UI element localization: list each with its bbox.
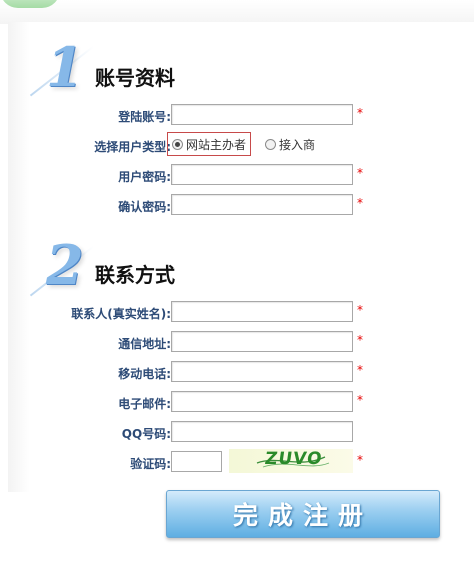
required-mark: * <box>357 333 363 347</box>
radio-checked-icon[interactable] <box>172 138 183 150</box>
login-input[interactable] <box>171 104 353 125</box>
contact-name-row: 联系人(真实姓名): * <box>0 301 474 325</box>
qq-label: QQ号码: <box>121 427 171 441</box>
logo-corner-decoration <box>0 0 60 8</box>
qq-row: QQ号码: <box>0 421 474 445</box>
radio-option-access-provider[interactable]: 接入商 <box>265 136 315 153</box>
required-mark: * <box>357 106 363 120</box>
captcha-input[interactable] <box>171 451 222 472</box>
mobile-input[interactable] <box>171 361 353 382</box>
top-strip <box>0 0 474 24</box>
required-mark: * <box>357 393 363 407</box>
login-label: 登陆账号: <box>118 110 171 124</box>
confirm-password-label: 确认密码: <box>118 200 171 214</box>
required-mark: * <box>357 303 363 317</box>
password-label: 用户密码: <box>118 170 171 184</box>
password-row: 用户密码: * <box>0 164 474 188</box>
address-row: 通信地址: * <box>0 331 474 355</box>
captcha-text: ZUVO <box>263 449 324 469</box>
captcha-row: 验证码: ZUVO * <box>0 449 474 475</box>
qq-input[interactable] <box>171 421 353 442</box>
submit-register-button[interactable]: 完成注册 <box>166 490 440 538</box>
confirm-password-input[interactable] <box>171 194 353 215</box>
required-mark: * <box>357 166 363 180</box>
mobile-row: 移动电话: * <box>0 361 474 385</box>
captcha-label: 验证码: <box>130 457 171 471</box>
radio-label-site-owner: 网站主办者 <box>186 137 247 152</box>
section-2-title: 联系方式 <box>95 263 175 287</box>
user-type-radio-group: 网站主办者 接入商 <box>167 131 315 157</box>
radio-option-site-owner[interactable]: 网站主办者 <box>167 132 252 156</box>
confirm-password-row: 确认密码: * <box>0 194 474 218</box>
section-1-number: 1 <box>46 35 84 99</box>
required-mark: * <box>357 196 363 210</box>
mobile-label: 移动电话: <box>118 367 171 381</box>
radio-label-access-provider: 接入商 <box>279 137 316 152</box>
email-label: 电子邮件: <box>118 397 171 411</box>
section-2-number: 2 <box>46 233 84 297</box>
email-input[interactable] <box>171 391 353 412</box>
address-input[interactable] <box>171 331 353 352</box>
required-mark: * <box>357 363 363 377</box>
password-input[interactable] <box>171 164 353 185</box>
required-mark: * <box>357 453 363 467</box>
user-type-label: 选择用户类型: <box>94 140 171 154</box>
captcha-image[interactable]: ZUVO <box>229 449 353 473</box>
radio-unchecked-icon[interactable] <box>265 138 277 150</box>
login-row: 登陆账号: * <box>0 104 474 128</box>
contact-name-label: 联系人(真实姓名): <box>71 307 171 321</box>
contact-name-input[interactable] <box>171 301 353 322</box>
email-row: 电子邮件: * <box>0 391 474 415</box>
address-label: 通信地址: <box>118 337 171 351</box>
section-1-title: 账号资料 <box>95 66 175 90</box>
